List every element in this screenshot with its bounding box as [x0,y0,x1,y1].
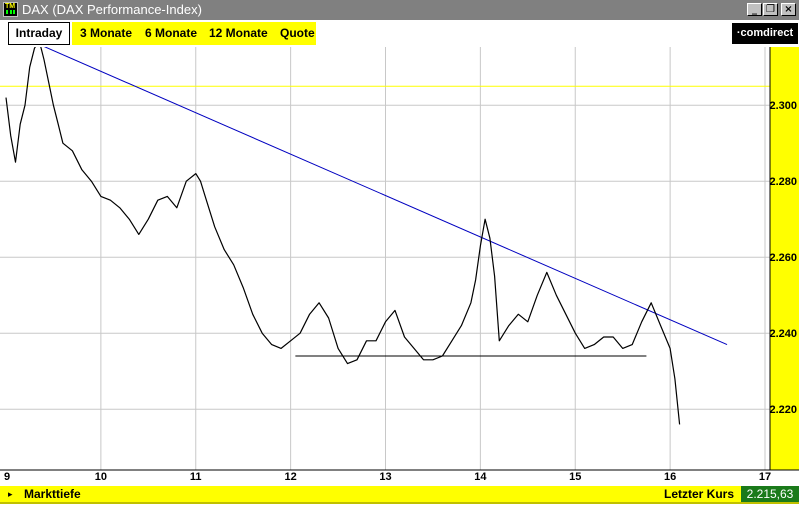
x-tick-label: 12 [285,471,297,483]
close-icon: × [784,4,793,15]
window-title: DAX (DAX Performance-Index) [22,2,202,17]
x-tick-label: 11 [190,471,202,483]
app-icon-bars [6,10,15,14]
last-price-value: 2.215,63 [741,486,799,502]
y-tick-label: 2.300 [769,100,797,112]
price-line [5,47,681,425]
restore-icon: ❐ [766,4,775,15]
tab-strip: 3 Monate 6 Monate 12 Monate Quote [72,22,316,45]
tab-intraday[interactable]: Intraday [8,22,70,45]
x-tick-label: 15 [569,471,581,483]
x-tick-label: 16 [664,471,676,483]
close-button[interactable]: × [781,3,796,16]
tab-quote[interactable]: Quote [280,22,315,45]
restore-button[interactable]: ❐ [763,3,778,16]
x-tick-label: 9 [4,471,10,483]
app-icon[interactable]: TM [3,2,18,17]
x-tick-label: 13 [379,471,391,483]
price-series [5,47,681,425]
y-tick-label: 2.220 [769,404,797,416]
tab-3-monate[interactable]: 3 Monate [80,22,132,45]
y-tick-label: 2.240 [769,328,797,340]
last-price-label: Letzter Kurs [664,487,735,501]
x-axis-panel [0,470,799,486]
minimize-button[interactable]: _ [747,3,762,16]
x-tick-label: 10 [95,471,107,483]
expand-arrow-icon[interactable]: ▸ [8,489,13,499]
trend-line [43,47,728,346]
tab-12-monate[interactable]: 12 Monate [209,22,268,45]
minimize-icon: _ [752,4,757,15]
intraday-chart[interactable]: 2.300 2.280 2.260 2.240 2.220 9 10 11 12 13 14 15 1… [0,47,799,486]
status-bar: ▸ Markttiefe Letzter Kurs 2.215,63 [0,486,799,502]
chart-grid [0,47,770,470]
y-tick-label: 2.280 [769,176,797,188]
trend-lines [43,47,728,357]
window-titlebar: TM DAX (DAX Performance-Index) _ ❐ × [0,0,799,20]
markttiefe-link[interactable]: Markttiefe [24,487,81,501]
tab-6-monate[interactable]: 6 Monate [145,22,197,45]
comdirect-logo: ·comdirect [732,23,798,44]
x-tick-label: 17 [759,471,771,483]
bottom-strip [0,502,799,513]
x-tick-label: 14 [474,471,487,483]
y-tick-label: 2.260 [769,252,797,264]
